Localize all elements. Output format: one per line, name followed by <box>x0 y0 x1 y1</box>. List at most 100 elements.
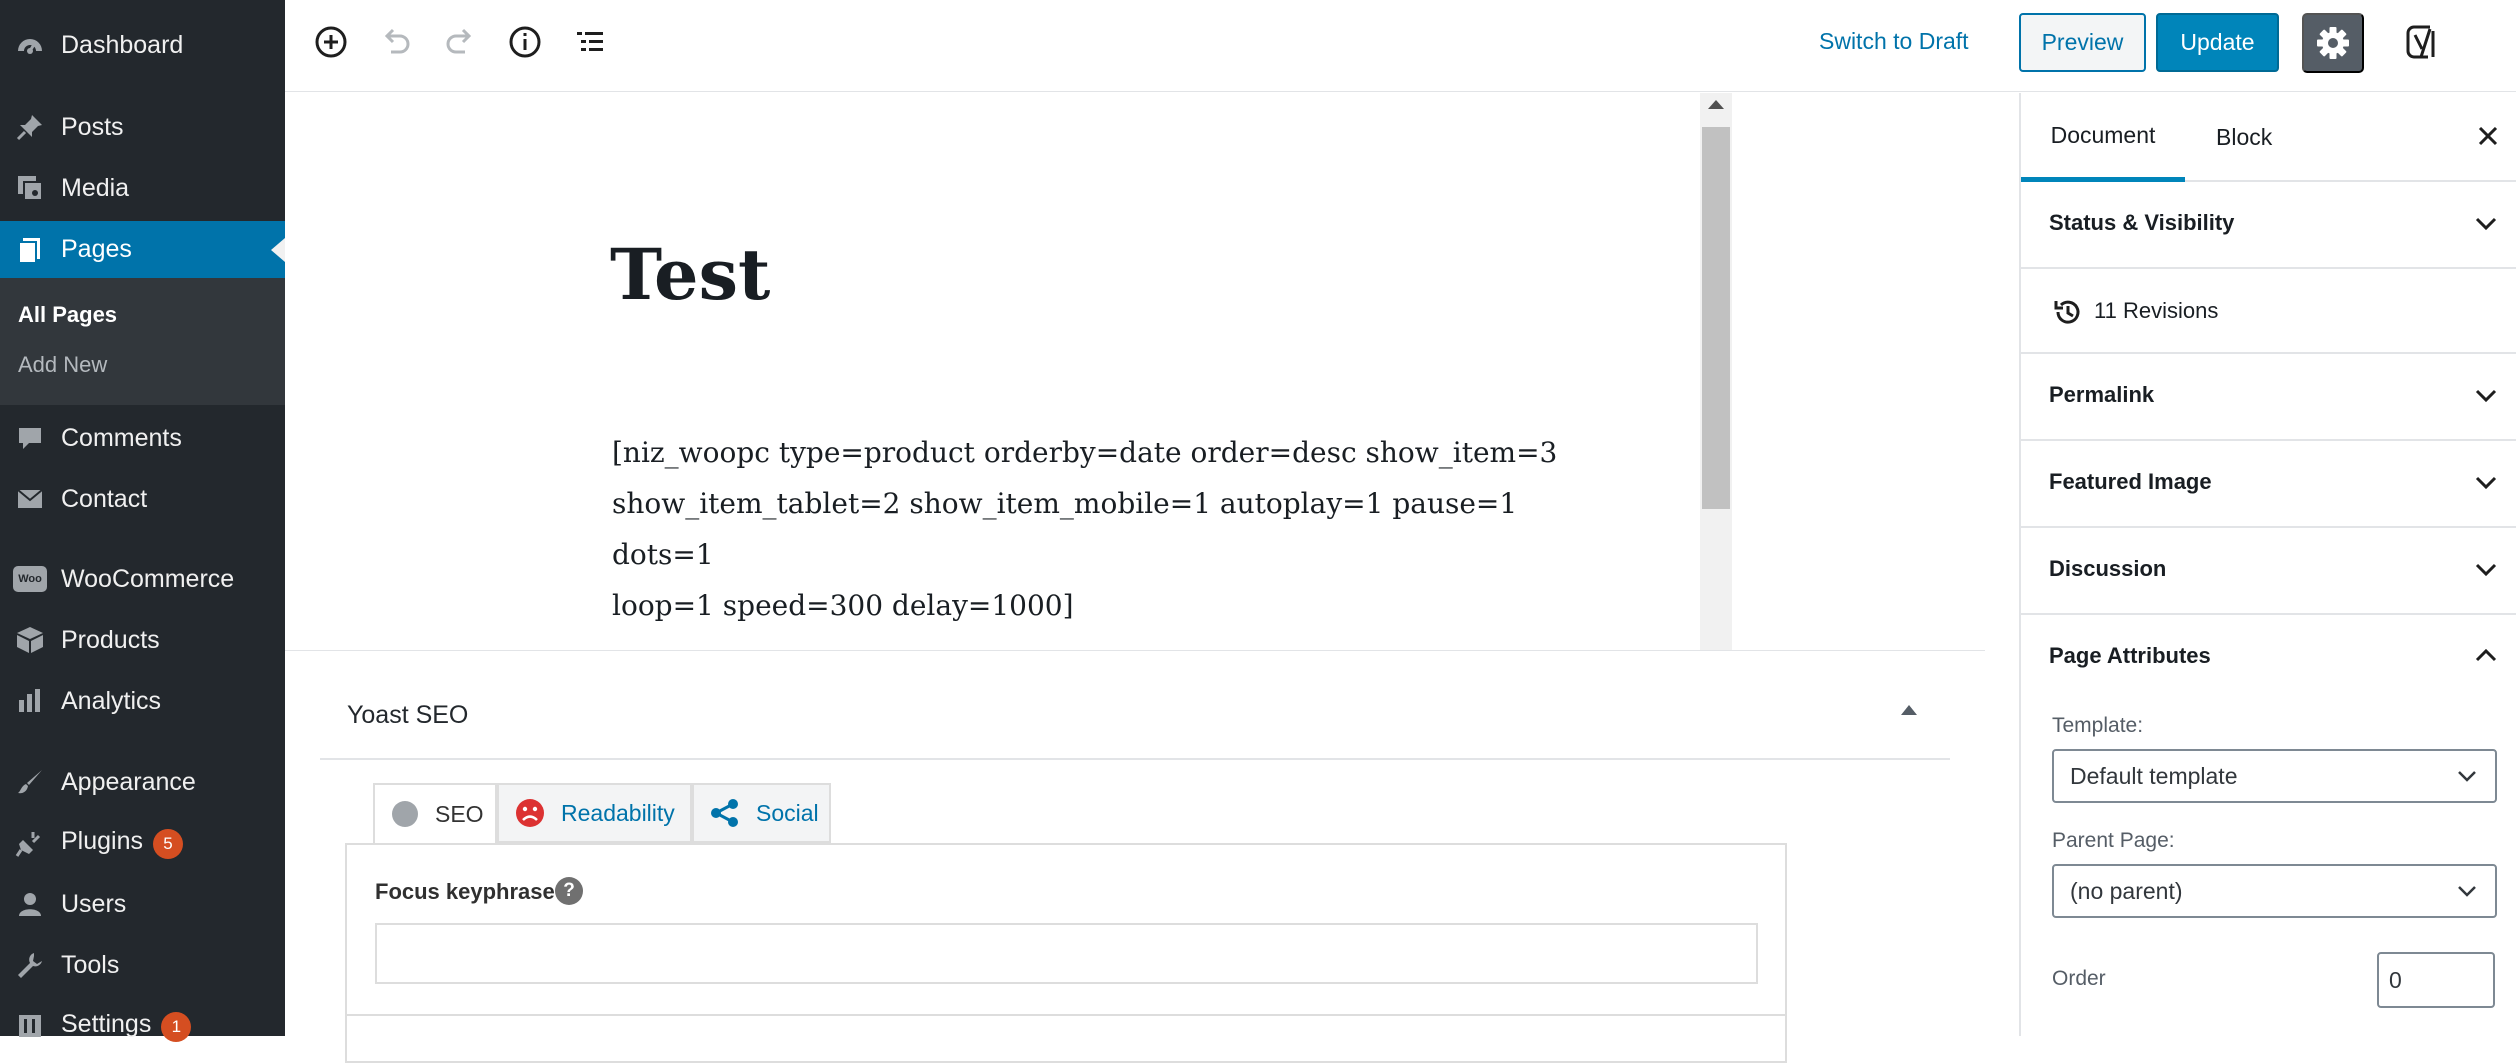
chevron-down-icon <box>2475 217 2497 231</box>
chevron-down-icon <box>2475 389 2497 403</box>
switch-to-draft-button[interactable]: Switch to Draft <box>1819 28 1969 55</box>
chevron-down-icon <box>2458 886 2476 897</box>
submenu-all-pages[interactable]: All Pages <box>18 302 117 328</box>
tab-seo[interactable]: SEO <box>373 783 497 845</box>
tab-label: Readability <box>561 799 675 826</box>
sidebar-item-woocommerce[interactable]: Woo WooCommerce <box>0 551 285 607</box>
sidebar-item-posts[interactable]: Posts <box>0 99 285 155</box>
pages-icon <box>12 232 48 268</box>
submenu-add-new[interactable]: Add New <box>18 352 107 378</box>
sidebar-item-media[interactable]: Media <box>0 160 285 216</box>
sidebar-item-label: Products <box>61 625 160 654</box>
panel-status-visibility[interactable]: Status & Visibility <box>2021 182 2516 269</box>
sidebar-item-label: Tools <box>61 950 120 979</box>
sidebar-item-products[interactable]: Products <box>0 612 285 668</box>
tab-document[interactable]: Document <box>2021 93 2185 182</box>
template-select-value: Default template <box>2070 762 2238 789</box>
yoast-metabox-title[interactable]: Yoast SEO <box>347 701 468 730</box>
settings-sidebar: Document Block Status & Visibility 11 Re… <box>2019 93 2516 1036</box>
yoast-metabox: Yoast SEO SEO Readability Social Focus k… <box>285 650 1985 1063</box>
panel-title[interactable]: Page Attributes <box>2049 643 2211 669</box>
yoast-seo-panel: Focus keyphrase ? <box>345 843 1787 1063</box>
sidebar-item-label: Plugins 5 <box>61 827 183 859</box>
divider <box>320 758 1950 760</box>
sidebar-item-appearance[interactable]: Appearance <box>0 754 285 810</box>
sidebar-item-comments[interactable]: Comments <box>0 410 285 466</box>
panel-featured-image[interactable]: Featured Image <box>2021 441 2516 528</box>
settings-toggle-button[interactable] <box>2302 13 2364 73</box>
add-block-icon[interactable] <box>310 21 352 63</box>
order-label: Order <box>2052 967 2106 990</box>
chevron-up-icon[interactable] <box>2472 641 2500 669</box>
pin-icon <box>12 109 48 145</box>
panel-permalink[interactable]: Permalink <box>2021 354 2516 441</box>
undo-icon[interactable] <box>375 21 417 63</box>
panel-title: Permalink <box>2049 382 2155 407</box>
panel-title: Featured Image <box>2049 469 2212 494</box>
sidebar-item-settings[interactable]: Settings 1 <box>0 998 285 1054</box>
woocommerce-icon: Woo <box>12 561 48 597</box>
chevron-down-icon <box>2475 563 2497 577</box>
sidebar-item-label: Comments <box>61 423 182 452</box>
block-navigation-icon[interactable] <box>569 21 611 63</box>
sidebar-item-tools[interactable]: Tools <box>0 937 285 993</box>
plug-icon <box>12 825 48 861</box>
sidebar-item-label: Appearance <box>61 767 196 796</box>
woo-badge-text: Woo <box>13 566 47 592</box>
tab-readability[interactable]: Readability <box>497 783 692 843</box>
editor-scrollbar-thumb[interactable] <box>1702 127 1730 509</box>
sidebar-item-pages[interactable]: Pages <box>0 221 285 278</box>
sidebar-item-label: Pages <box>61 235 132 263</box>
dashboard-icon <box>12 27 48 63</box>
admin-sidebar: Dashboard Posts Media Pages All Pages Ad… <box>0 0 285 1042</box>
sidebar-item-plugins[interactable]: Plugins 5 <box>0 815 285 871</box>
tab-block[interactable]: Block <box>2216 93 2296 182</box>
post-title[interactable]: Test <box>610 233 770 316</box>
template-select[interactable]: Default template <box>2052 749 2497 803</box>
gear-icon <box>2317 27 2349 59</box>
template-label: Template: <box>2052 714 2144 737</box>
parent-page-label: Parent Page: <box>2052 829 2175 852</box>
parent-page-select-value: (no parent) <box>2070 877 2183 904</box>
media-icon <box>12 170 48 206</box>
mail-icon <box>12 481 48 517</box>
preview-button[interactable]: Preview <box>2019 13 2146 72</box>
plugins-count-badge: 5 <box>153 829 183 859</box>
editor-toolbar: Switch to Draft Preview Update <box>285 0 2516 92</box>
sidebar-item-users[interactable]: Users <box>0 876 285 932</box>
panel-discussion[interactable]: Discussion <box>2021 528 2516 615</box>
panel-page-attributes: Page Attributes Template: Default templa… <box>2021 615 2516 1036</box>
scroll-up-arrow-icon[interactable] <box>1708 100 1724 109</box>
update-button[interactable]: Update <box>2156 13 2279 72</box>
tab-social[interactable]: Social <box>692 783 831 843</box>
bar-chart-icon <box>12 683 48 719</box>
comment-icon <box>12 420 48 456</box>
chevron-down-icon <box>2475 476 2497 490</box>
focus-keyphrase-input[interactable] <box>375 923 1758 984</box>
shortcode-block[interactable]: [niz_woopc type=product orderby=date ord… <box>612 427 1572 631</box>
sidebar-item-label: Analytics <box>61 686 162 715</box>
tab-label: Social <box>756 799 819 826</box>
parent-page-select[interactable]: (no parent) <box>2052 864 2497 918</box>
sidebar-item-contact[interactable]: Contact <box>0 471 285 527</box>
paintbrush-icon <box>12 764 48 800</box>
panel-revisions[interactable]: 11 Revisions <box>2021 269 2516 354</box>
collapse-arrow-icon[interactable] <box>1901 705 1917 715</box>
wrench-icon <box>12 947 48 983</box>
share-icon <box>710 798 740 828</box>
redo-icon[interactable] <box>439 21 481 63</box>
sidebar-item-label: Settings 1 <box>61 1010 192 1042</box>
panel-title: Discussion <box>2049 556 2167 581</box>
help-icon[interactable]: ? <box>555 877 583 905</box>
seo-score-dot-icon <box>391 800 419 828</box>
order-input[interactable] <box>2377 952 2495 1008</box>
sidebar-item-analytics[interactable]: Analytics <box>0 673 285 729</box>
sidebar-item-dashboard[interactable]: Dashboard <box>0 17 285 73</box>
settings-icon <box>12 1008 48 1044</box>
info-icon[interactable] <box>504 21 546 63</box>
box-icon <box>12 622 48 658</box>
close-icon[interactable] <box>2472 120 2504 152</box>
sidebar-item-label: Media <box>61 173 130 202</box>
yoast-icon[interactable] <box>2402 21 2444 63</box>
panel-title: Status & Visibility <box>2049 210 2235 235</box>
